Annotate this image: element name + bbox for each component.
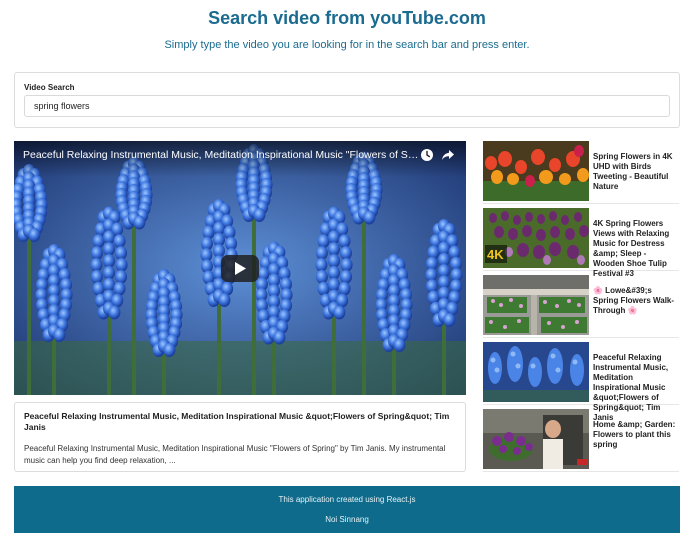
share-icon[interactable] xyxy=(441,148,455,162)
search-card: Video Search xyxy=(14,72,680,128)
video-thumbnail xyxy=(483,275,589,335)
video-list-item-title: Spring Flowers in 4K UHD with Birds Twee… xyxy=(593,152,673,191)
page-subtitle: Simply type the video you are looking fo… xyxy=(164,39,530,51)
video-list-item-title: 4K Spring Flowers Views with Relaxing Mu… xyxy=(593,219,670,278)
play-button[interactable] xyxy=(221,255,259,282)
video-thumbnail xyxy=(483,141,589,201)
watch-later-icon[interactable] xyxy=(420,148,434,162)
play-icon xyxy=(235,262,246,275)
page-title: Search video from youTube.com xyxy=(208,8,486,28)
video-list-item[interactable]: 4K 4K Spring Flowers Views with Relaxing… xyxy=(483,207,679,278)
video-detail-description: Peaceful Relaxing Instrumental Music, Me… xyxy=(24,444,446,465)
video-list-item[interactable]: 🌸 Lowe&#39;s Spring Flowers Walk-Through… xyxy=(483,274,679,338)
video-list-item[interactable]: Home &amp; Garden: Flowers to plant this… xyxy=(483,408,679,472)
video-player[interactable]: Peaceful Relaxing Instrumental Music, Me… xyxy=(14,141,466,395)
video-thumbnail: 4K xyxy=(483,208,589,268)
video-thumbnail xyxy=(483,342,589,402)
video-list-item-title: Home &amp; Garden: Flowers to plant this… xyxy=(593,420,676,449)
video-list-item[interactable]: Spring Flowers in 4K UHD with Birds Twee… xyxy=(483,140,679,204)
footer: This application created using React.js … xyxy=(14,486,680,533)
search-label: Video Search xyxy=(24,83,75,92)
thumb-badge-4k: 4K xyxy=(487,247,504,262)
footer-author: Noi Sinnang xyxy=(325,515,369,524)
video-list-item[interactable]: Peaceful Relaxing Instrumental Music, Me… xyxy=(483,341,679,422)
search-input[interactable] xyxy=(24,95,670,117)
page: Search video from youTube.com Simply typ… xyxy=(0,0,694,540)
video-thumbnail xyxy=(483,409,589,469)
video-detail-title: Peaceful Relaxing Instrumental Music, Me… xyxy=(24,411,450,432)
video-list-item-title: 🌸 Lowe&#39;s Spring Flowers Walk-Through… xyxy=(593,286,675,315)
footer-credit: This application created using React.js xyxy=(278,495,416,504)
player-title[interactable]: Peaceful Relaxing Instrumental Music, Me… xyxy=(23,149,423,161)
video-detail-card: Peaceful Relaxing Instrumental Music, Me… xyxy=(14,402,466,472)
